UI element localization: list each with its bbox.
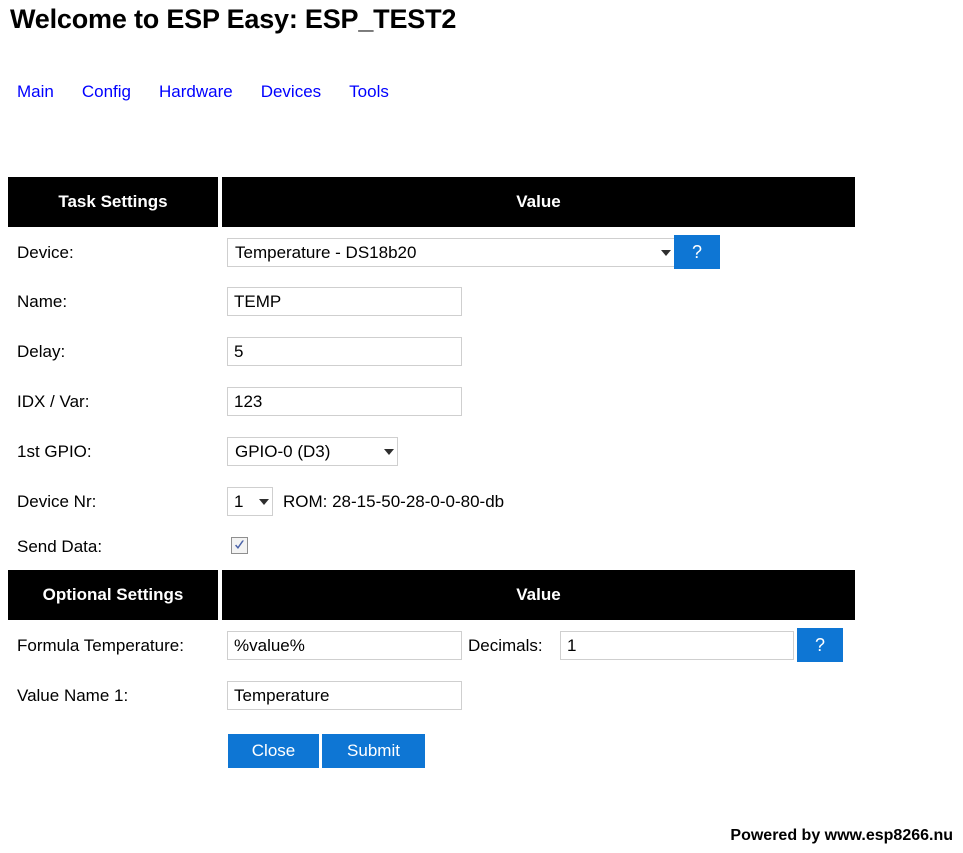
close-button[interactable]: Close xyxy=(228,734,319,768)
gpio-select[interactable]: GPIO-0 (D3) xyxy=(227,437,398,466)
nav-link-config[interactable]: Config xyxy=(82,82,131,102)
rom-address-text: ROM: 28-15-50-28-0-0-80-db xyxy=(283,492,504,512)
name-input[interactable] xyxy=(227,287,462,316)
nav-link-hardware[interactable]: Hardware xyxy=(159,82,233,102)
decimals-input[interactable] xyxy=(560,631,794,660)
chevron-down-icon xyxy=(256,488,272,515)
device-nr-select[interactable]: 1 xyxy=(227,487,273,516)
optional-settings-header-bar: Optional Settings Value xyxy=(8,570,855,620)
page-root: Welcome to ESP Easy: ESP_TEST2 Main Conf… xyxy=(0,0,963,853)
device-select-value: Temperature - DS18b20 xyxy=(235,243,658,263)
task-settings-header-bar: Task Settings Value xyxy=(8,177,855,227)
name-label: Name: xyxy=(17,292,67,312)
device-select[interactable]: Temperature - DS18b20 xyxy=(227,238,675,267)
chevron-down-icon xyxy=(381,438,397,465)
task-settings-value-header-label: Value xyxy=(222,177,855,227)
decimals-label: Decimals: xyxy=(468,636,543,656)
optional-settings-header-label: Optional Settings xyxy=(8,570,218,620)
task-settings-header-label: Task Settings xyxy=(8,177,218,227)
nav-link-tools[interactable]: Tools xyxy=(349,82,389,102)
device-help-button[interactable]: ? xyxy=(674,235,720,269)
gpio-label: 1st GPIO: xyxy=(17,442,92,462)
chevron-down-icon xyxy=(658,239,674,266)
value-name-1-label: Value Name 1: xyxy=(17,686,128,706)
page-title: Welcome to ESP Easy: ESP_TEST2 xyxy=(10,4,456,35)
nav-link-main[interactable]: Main xyxy=(17,82,54,102)
optional-settings-value-header-label: Value xyxy=(222,570,855,620)
send-data-checkbox[interactable] xyxy=(231,537,248,554)
device-nr-label: Device Nr: xyxy=(17,492,96,512)
idx-var-label: IDX / Var: xyxy=(17,392,89,412)
gpio-select-value: GPIO-0 (D3) xyxy=(235,442,381,462)
formula-temperature-label: Formula Temperature: xyxy=(17,636,184,656)
nav-link-devices[interactable]: Devices xyxy=(261,82,321,102)
footer-text: Powered by www.esp8266.nu xyxy=(730,827,953,845)
device-label: Device: xyxy=(17,243,74,263)
submit-button[interactable]: Submit xyxy=(322,734,425,768)
main-navigation: Main Config Hardware Devices Tools xyxy=(17,80,389,104)
device-nr-select-value: 1 xyxy=(234,492,256,512)
optional-settings-help-button[interactable]: ? xyxy=(797,628,843,662)
checkmark-icon xyxy=(232,538,247,553)
delay-label: Delay: xyxy=(17,342,65,362)
formula-temperature-input[interactable] xyxy=(227,631,462,660)
idx-var-input[interactable] xyxy=(227,387,462,416)
value-name-1-input[interactable] xyxy=(227,681,462,710)
delay-input[interactable] xyxy=(227,337,462,366)
send-data-label: Send Data: xyxy=(17,537,102,557)
